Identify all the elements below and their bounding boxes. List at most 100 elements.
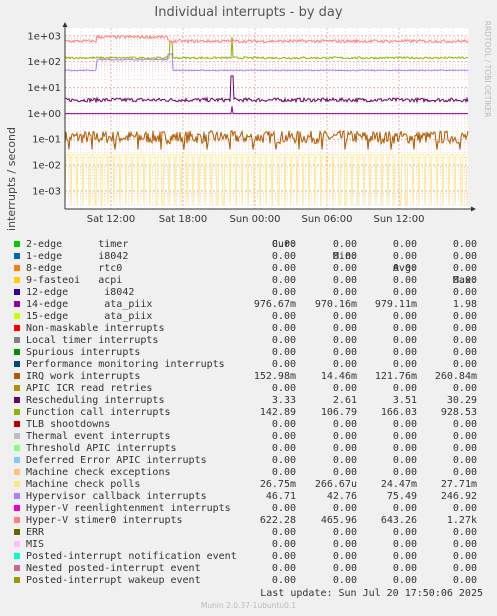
legend-swatch xyxy=(14,553,20,559)
legend-max-value: 0.00 xyxy=(452,335,477,346)
legend-series-name: IRQ work interrupts xyxy=(26,371,141,382)
legend-max-value: 0.00 xyxy=(452,503,477,514)
x-tick-label: Sun 06:00 xyxy=(301,214,352,225)
legend-series-name: Non-maskable interrupts xyxy=(26,323,165,334)
legend-max-value: 0.00 xyxy=(452,347,477,358)
legend-series-name: 15-edge ata_piix xyxy=(26,311,153,322)
legend-swatch xyxy=(14,325,20,331)
legend-swatch xyxy=(14,433,20,439)
x-axis-arrow xyxy=(471,206,476,212)
legend-series-name: Performance monitoring interrupts xyxy=(26,359,225,370)
legend-swatch xyxy=(14,397,20,403)
legend-max-value: 0.00 xyxy=(452,431,477,442)
legend-row: Nested posted-interrupt event 0.00 0.00 0.0… xyxy=(0,563,497,575)
legend-row: Non-maskable interrupts 0.00 0.00 0.00 0.00 xyxy=(0,323,497,335)
legend-swatch xyxy=(14,301,20,307)
legend-series-name: Machine check polls xyxy=(26,479,141,490)
legend-row: Deferred Error APIC interrupts 0.00 0.00 0.… xyxy=(0,455,497,467)
legend-series-name: Nested posted-interrupt event xyxy=(26,563,201,574)
legend-swatch xyxy=(14,517,20,523)
legend-row: 8-edge rtc0 0.00 0.00 0.00 0.00 xyxy=(0,263,497,275)
y-tick-label: 1e-01 xyxy=(32,135,61,146)
legend-max-value: 0.00 xyxy=(452,455,477,466)
legend-series-name: Threshold APIC interrupts xyxy=(26,443,177,454)
legend-series-name: Hyper-V reenlightenment interrupts xyxy=(26,503,231,514)
legend-row: Threshold APIC interrupts 0.00 0.00 0.00 0.0… xyxy=(0,443,497,455)
legend-swatch xyxy=(14,265,20,271)
legend-max-value: 30.29 xyxy=(446,395,477,406)
legend-swatch xyxy=(14,241,20,247)
legend-row: Machine check polls 26.75m 266.67u 24.47m 27… xyxy=(0,479,497,491)
legend-series-name: 8-edge rtc0 xyxy=(26,263,123,274)
legend-max-value: 0.00 xyxy=(452,311,477,322)
legend-max-value: 0.00 xyxy=(452,251,477,262)
legend-series-name: 12-edge i8042 xyxy=(26,287,135,298)
legend-swatch xyxy=(14,409,20,415)
legend-max-value: 0.00 xyxy=(452,467,477,478)
legend-series-name: APIC ICR read retries xyxy=(26,383,153,394)
legend-row: 1-edge i8042 0.00 0.00 0.00 0.00 xyxy=(0,251,497,263)
legend-swatch xyxy=(14,541,20,547)
legend-row: Rescheduling interrupts 3.33 2.61 3.51 30.29 xyxy=(0,395,497,407)
legend-swatch xyxy=(14,469,20,475)
legend-row: Performance monitoring interrupts 0.00 0.0… xyxy=(0,359,497,371)
legend-series-name: Spurious interrupts xyxy=(26,347,141,358)
legend-row: Local timer interrupts 0.00 0.00 0.00 0.00 xyxy=(0,335,497,347)
legend-max-value: 0.00 xyxy=(452,563,477,574)
legend-swatch xyxy=(14,565,20,571)
legend-swatch xyxy=(14,529,20,535)
last-update: Last update: Sun Jul 20 17:50:06 2025 xyxy=(260,588,483,599)
legend-max-value: 928.53 xyxy=(440,407,477,418)
legend-row: Hyper-V stimer0 interrupts 622.28 465.96 64… xyxy=(0,515,497,527)
legend-swatch xyxy=(14,481,20,487)
legend-swatch xyxy=(14,253,20,259)
legend-series-name: 14-edge ata_piix xyxy=(26,299,153,310)
y-tick-label: 1e-03 xyxy=(32,186,61,197)
legend-series-name: 9-fasteoi acpi xyxy=(26,275,123,286)
x-tick-label: Sun 12:00 xyxy=(373,214,424,225)
series-line xyxy=(64,154,468,206)
legend-series-name: Hyper-V stimer0 interrupts xyxy=(26,515,183,526)
legend-swatch xyxy=(14,373,20,379)
x-tick-label: Sat 12:00 xyxy=(87,214,135,225)
legend-row: 2-edge timer 0.00 0.00 0.00 0.00 xyxy=(0,239,497,251)
legend-swatch xyxy=(14,493,20,499)
legend-series-name: Deferred Error APIC interrupts xyxy=(26,455,207,466)
legend-swatch xyxy=(14,421,20,427)
legend-row: MIS 0.00 0.00 0.00 0.00 xyxy=(0,539,497,551)
legend-swatch xyxy=(14,385,20,391)
legend-series-name: Function call interrupts xyxy=(26,407,171,418)
legend-row: IRQ work interrupts 152.98m 14.46m 121.76m 2… xyxy=(0,371,497,383)
legend-row: Thermal event interrupts 0.00 0.00 0.00 0.00 xyxy=(0,431,497,443)
legend-max-value: 27.71m xyxy=(440,479,477,490)
legend-max-value: 0.00 xyxy=(452,263,477,274)
legend-max-value: 260.84m xyxy=(434,371,477,382)
plot-area: 1e+03 1e+02 1e+01 1e+00 1e-01 1e-02 1e-03 Sat 1… xyxy=(27,22,476,225)
legend-max-value: 0.00 xyxy=(452,383,477,394)
munin-version: Munin 2.0.37-1ubuntu0.1 xyxy=(200,601,297,610)
legend-max-value: 1.98 xyxy=(452,299,477,310)
legend-max-value: 0.00 xyxy=(452,575,477,586)
legend-max-value: 0.00 xyxy=(452,419,477,430)
legend-series-name: Posted-interrupt wakeup event xyxy=(26,575,201,586)
legend-series-name: Rescheduling interrupts xyxy=(26,395,165,406)
x-tick-label: Sun 00:00 xyxy=(229,214,280,225)
legend-swatch xyxy=(14,457,20,463)
legend-row: Function call interrupts 142.89 106.79 166.… xyxy=(0,407,497,419)
legend-swatch xyxy=(14,289,20,295)
legend-series-name: Local timer interrupts xyxy=(26,335,159,346)
legend-swatch xyxy=(14,577,20,583)
legend-max-value: 0.00 xyxy=(452,551,477,562)
legend-max-value: 0.00 xyxy=(452,527,477,538)
legend-row: 14-edge ata_piix 976.67m 970.16m 979.11m 1.9… xyxy=(0,299,497,311)
legend-swatch xyxy=(14,349,20,355)
legend-swatch xyxy=(14,313,20,319)
legend-series-name: ERR xyxy=(26,527,45,538)
legend-row: Posted-interrupt wakeup event 0.00 0.00 0.0… xyxy=(0,575,497,587)
legend-series-name: Machine check exceptions xyxy=(26,467,171,478)
legend-swatch xyxy=(14,361,20,367)
legend-swatch xyxy=(14,445,20,451)
legend-series-name: MIS xyxy=(26,539,45,550)
legend-max-value: 0.00 xyxy=(452,359,477,370)
legend-max-value: 246.92 xyxy=(440,491,477,502)
